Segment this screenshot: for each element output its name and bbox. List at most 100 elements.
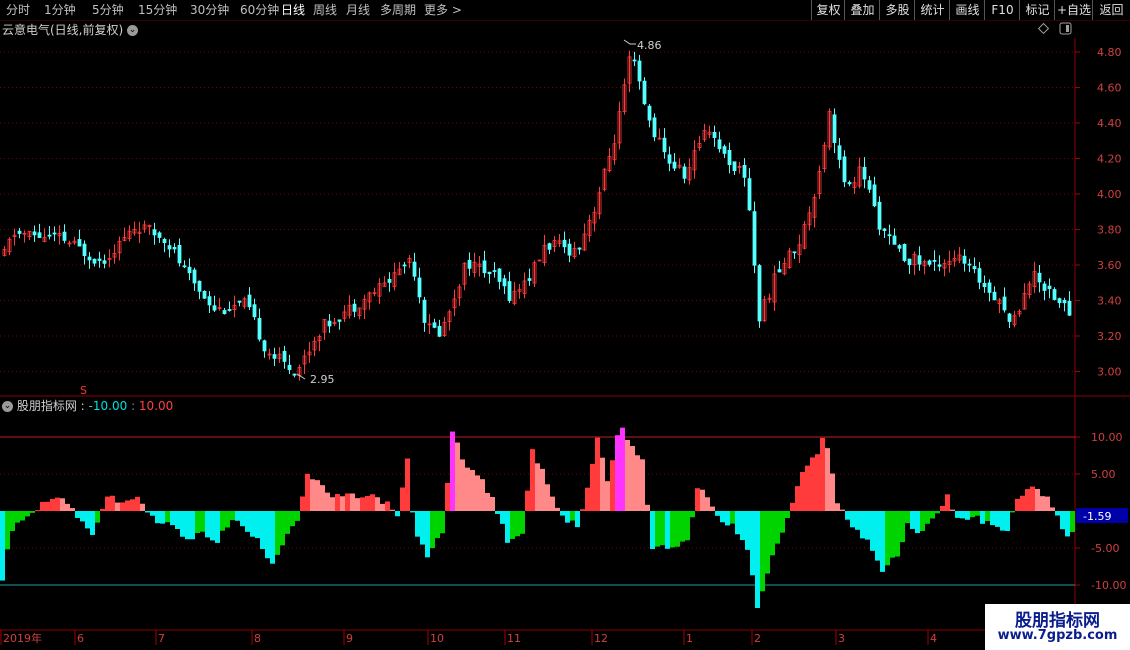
indicator-bar — [315, 480, 320, 511]
indicator-bar — [340, 496, 345, 511]
candle-body — [432, 322, 437, 328]
indicator-bar — [440, 511, 445, 534]
indicator-bar — [275, 511, 280, 555]
candle-body — [897, 245, 902, 249]
indicator-bar — [755, 511, 760, 609]
candle-body — [717, 139, 722, 150]
indicator-bar — [175, 511, 180, 530]
indicator-bar — [605, 481, 610, 511]
current-value-text: -1.59 — [1083, 510, 1111, 523]
x-axis-label: 2 — [754, 632, 761, 645]
indicator-bar — [170, 511, 175, 526]
indicator-bar — [650, 511, 655, 550]
candle-body — [927, 260, 932, 265]
indicator-bar — [725, 511, 730, 526]
indicator-bar — [720, 511, 725, 523]
indicator-bar — [835, 503, 840, 511]
indicator-bar — [40, 501, 45, 511]
indicator-bar — [95, 511, 100, 523]
indicator-bar — [500, 511, 505, 524]
indicator-bar — [420, 511, 425, 545]
indicator-bar — [675, 511, 680, 547]
indicator-bar — [120, 502, 125, 511]
watermark: 股朋指标网 www.7gpzb.com — [985, 604, 1130, 650]
indicator-bar — [845, 511, 850, 520]
indicator-bar — [940, 505, 945, 511]
indicator-bar — [335, 494, 340, 511]
indicator-bar — [785, 511, 790, 519]
candle-body — [652, 117, 657, 138]
indicator-bar — [200, 511, 205, 532]
candle-body — [752, 211, 757, 266]
indicator-bar — [410, 511, 415, 513]
indicator-bar — [160, 511, 165, 524]
indicator-bar — [910, 511, 915, 529]
candle-body — [972, 266, 977, 270]
candle-body — [977, 268, 982, 283]
indicator-bar — [380, 503, 385, 511]
indicator-bar — [395, 511, 400, 517]
candle-body — [437, 325, 442, 337]
indicator-bar — [20, 511, 25, 521]
candle-body — [712, 131, 717, 138]
indicator-bar — [365, 495, 370, 511]
candle-body — [992, 291, 997, 301]
indicator-bar — [60, 498, 65, 511]
candle-body — [907, 258, 912, 266]
candle-body — [202, 290, 207, 299]
candle-body — [662, 137, 667, 153]
indicator-bar — [1060, 511, 1065, 530]
candle-body — [62, 231, 67, 241]
indicator-bar — [350, 493, 355, 511]
indicator-bar — [300, 496, 305, 511]
chart-canvas[interactable]: 4.80 4.60 4.40 4.20 4.00 3.80 3.60 3.40 3.20 3.00… — [0, 0, 1130, 650]
candle-body — [1007, 313, 1012, 322]
indicator-bar — [75, 511, 80, 518]
indicator-bar — [265, 511, 270, 559]
panel-toggle-icon[interactable] — [1059, 22, 1072, 35]
indicator-bar — [0, 511, 5, 581]
indicator-bar — [965, 511, 970, 520]
diamond-icon[interactable] — [1037, 22, 1050, 35]
ind-tick-label: 5.00 — [1091, 468, 1116, 481]
candle-body — [327, 320, 332, 327]
price-tick-label: 4.80 — [1097, 46, 1122, 59]
candle-body — [792, 251, 797, 254]
x-axis-label: 2019年 — [3, 631, 42, 645]
candle-body — [387, 279, 392, 283]
candle-body — [492, 270, 497, 272]
indicator-bar — [665, 511, 670, 549]
indicator-name: 股朋指标网 — [16, 399, 77, 413]
candle-body — [647, 105, 652, 121]
indicator-bar — [560, 511, 565, 516]
ind-tick-label: -10.00 — [1091, 579, 1126, 592]
candle-body — [902, 244, 907, 261]
indicator-bar — [270, 511, 275, 564]
ind-tick-label: 10.00 — [1091, 431, 1123, 444]
indicator-bar — [10, 511, 15, 531]
candle-body — [672, 161, 677, 169]
candle-body — [172, 246, 177, 250]
candle-body — [47, 234, 52, 237]
indicator-bar — [215, 511, 220, 543]
indicator-bar — [795, 486, 800, 511]
indicator-bar — [545, 484, 550, 511]
candle-body — [422, 299, 427, 323]
indicator-bar — [585, 487, 590, 511]
indicator-bar — [360, 497, 365, 511]
indicator-bar — [55, 497, 60, 511]
indicator-bar — [830, 473, 835, 511]
candle-body — [402, 264, 407, 267]
indicator-bar — [220, 511, 225, 531]
price-tick-label: 3.20 — [1097, 330, 1122, 343]
chevron-down-icon[interactable]: ⌄ — [2, 401, 13, 412]
indicator-bar — [970, 511, 975, 518]
indicator-bar — [490, 497, 495, 511]
indicator-bar — [655, 511, 660, 547]
indicator-bar — [525, 490, 530, 511]
indicator-bar — [575, 511, 580, 528]
indicator-bar — [305, 473, 310, 511]
candle-body — [282, 350, 287, 362]
indicator-title: ⌄ 股朋指标网 : -10.00 : 10.00 — [2, 399, 174, 413]
candle-body — [272, 354, 277, 359]
